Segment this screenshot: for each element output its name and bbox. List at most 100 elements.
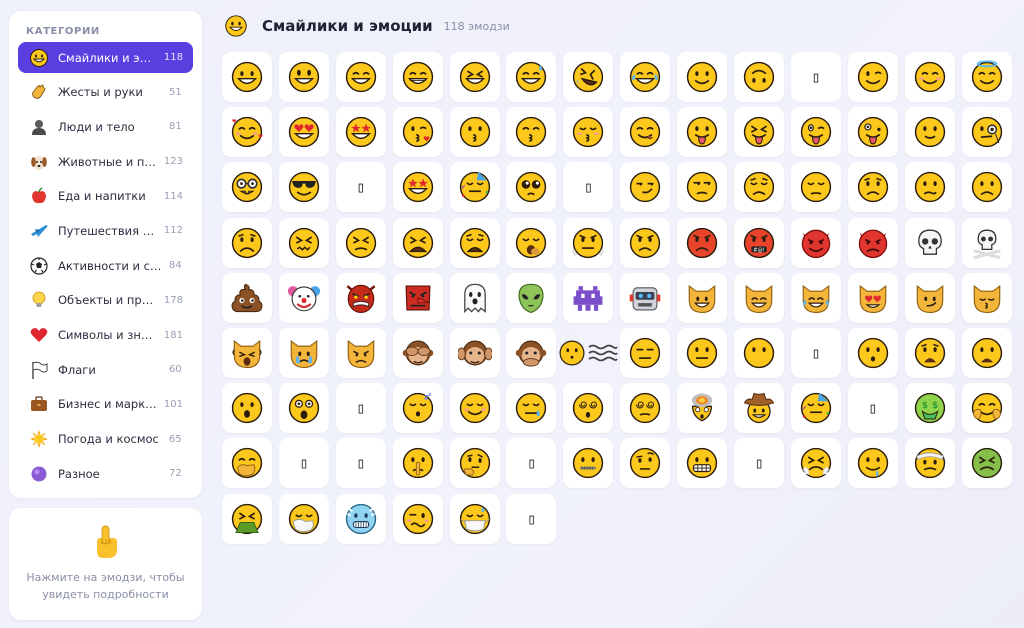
emoji-cell[interactable]: [222, 107, 272, 158]
emoji-cell[interactable]: zz: [392, 383, 443, 434]
emoji-cell[interactable]: [961, 217, 1012, 268]
emoji-cell[interactable]: [620, 438, 671, 489]
emoji-cell[interactable]: [734, 383, 785, 434]
emoji-cell[interactable]: [677, 162, 728, 213]
emoji-cell[interactable]: ▯: [563, 162, 614, 213]
emoji-cell[interactable]: [278, 107, 329, 158]
emoji-cell[interactable]: [734, 327, 785, 378]
emoji-cell[interactable]: [620, 162, 671, 213]
emoji-cell[interactable]: [449, 162, 500, 213]
emoji-cell[interactable]: [506, 162, 557, 213]
emoji-cell[interactable]: [620, 383, 671, 434]
emoji-cell[interactable]: [563, 272, 614, 323]
emoji-cell[interactable]: [847, 272, 898, 323]
emoji-cell[interactable]: [790, 383, 841, 434]
emoji-cell[interactable]: [904, 438, 955, 489]
emoji-cell[interactable]: [790, 162, 841, 213]
emoji-cell[interactable]: ▯: [790, 52, 841, 102]
sidebar-item-category[interactable]: Путешествия и места 112: [18, 215, 193, 246]
emoji-cell[interactable]: [335, 327, 386, 378]
emoji-cell[interactable]: [961, 438, 1012, 489]
sidebar-item-category[interactable]: Символы и знаки 181: [18, 320, 193, 351]
emoji-cell[interactable]: [222, 162, 272, 213]
emoji-cell[interactable]: [392, 107, 443, 158]
emoji-cell[interactable]: [506, 52, 557, 102]
emoji-cell[interactable]: [449, 438, 500, 489]
emoji-cell[interactable]: [449, 217, 500, 268]
emoji-cell[interactable]: [847, 327, 898, 378]
emoji-cell[interactable]: $ $: [904, 383, 955, 434]
emoji-cell[interactable]: [506, 327, 557, 378]
emoji-cell[interactable]: [449, 493, 500, 544]
emoji-cell[interactable]: ▯: [335, 438, 386, 489]
emoji-cell[interactable]: ▯: [278, 438, 329, 489]
emoji-cell[interactable]: [790, 217, 841, 268]
emoji-cell[interactable]: [335, 107, 386, 158]
emoji-cell[interactable]: [620, 52, 671, 102]
emoji-cell[interactable]: [904, 217, 955, 268]
emoji-cell[interactable]: [278, 272, 329, 323]
emoji-cell[interactable]: [392, 438, 443, 489]
emoji-cell[interactable]: ▯: [734, 438, 785, 489]
sidebar-item-category[interactable]: Смайлики и эмоции 118: [18, 42, 193, 73]
emoji-cell[interactable]: [222, 438, 272, 489]
emoji-cell[interactable]: [734, 107, 785, 158]
emoji-cell[interactable]: [335, 272, 386, 323]
emoji-cell[interactable]: [392, 52, 443, 102]
emoji-cell[interactable]: [734, 162, 785, 213]
emoji-cell[interactable]: [335, 493, 386, 544]
emoji-cell[interactable]: [335, 52, 386, 102]
emoji-cell[interactable]: [790, 438, 841, 489]
emoji-cell[interactable]: [222, 52, 272, 102]
emoji-cell[interactable]: [222, 383, 272, 434]
sidebar-item-category[interactable]: Объекты и предметы 178: [18, 285, 193, 316]
sidebar-item-category[interactable]: Жесты и руки 51: [18, 77, 193, 108]
emoji-cell[interactable]: [677, 107, 728, 158]
emoji-cell[interactable]: #@!: [734, 217, 785, 268]
sidebar-item-category[interactable]: Бизнес и маркетинг 101: [18, 389, 193, 420]
emoji-cell[interactable]: [506, 217, 557, 268]
emoji-cell[interactable]: [559, 328, 619, 378]
emoji-cell[interactable]: [335, 217, 386, 268]
sidebar-item-category[interactable]: Активности и спорт 84: [18, 250, 193, 281]
emoji-cell[interactable]: [392, 272, 443, 323]
emoji-cell[interactable]: [961, 327, 1012, 378]
emoji-cell[interactable]: [278, 327, 329, 378]
emoji-cell[interactable]: [506, 272, 557, 323]
emoji-cell[interactable]: [278, 52, 329, 102]
emoji-cell[interactable]: [620, 272, 671, 323]
emoji-cell[interactable]: [904, 272, 955, 323]
emoji-cell[interactable]: [790, 107, 841, 158]
emoji-cell[interactable]: [904, 327, 955, 378]
emoji-cell[interactable]: [677, 217, 728, 268]
emoji-cell[interactable]: [847, 217, 898, 268]
emoji-cell[interactable]: [392, 162, 443, 213]
emoji-cell[interactable]: [677, 52, 728, 102]
emoji-cell[interactable]: [961, 383, 1012, 434]
emoji-cell[interactable]: [961, 162, 1012, 213]
emoji-cell[interactable]: [961, 107, 1012, 158]
emoji-cell[interactable]: [563, 52, 614, 102]
emoji-cell[interactable]: ▯: [335, 162, 386, 213]
emoji-cell[interactable]: [278, 162, 329, 213]
emoji-cell[interactable]: [904, 52, 955, 102]
emoji-cell[interactable]: [677, 272, 728, 323]
emoji-cell[interactable]: [449, 272, 500, 323]
emoji-cell[interactable]: [961, 52, 1012, 102]
sidebar-item-category[interactable]: Еда и напитки 114: [18, 181, 193, 212]
emoji-cell[interactable]: [563, 438, 614, 489]
emoji-cell[interactable]: [734, 272, 785, 323]
emoji-cell[interactable]: [563, 217, 614, 268]
emoji-cell[interactable]: [506, 383, 557, 434]
emoji-cell[interactable]: ▯: [847, 383, 898, 434]
emoji-cell[interactable]: [563, 383, 614, 434]
sidebar-item-category[interactable]: Разное 72: [18, 458, 193, 489]
emoji-cell[interactable]: [222, 327, 272, 378]
emoji-cell[interactable]: [449, 52, 500, 102]
emoji-cell[interactable]: [278, 217, 329, 268]
emoji-cell[interactable]: [278, 493, 329, 544]
emoji-cell[interactable]: [904, 107, 955, 158]
emoji-cell[interactable]: [392, 327, 443, 378]
emoji-cell[interactable]: [278, 383, 329, 434]
emoji-cell[interactable]: [677, 438, 728, 489]
